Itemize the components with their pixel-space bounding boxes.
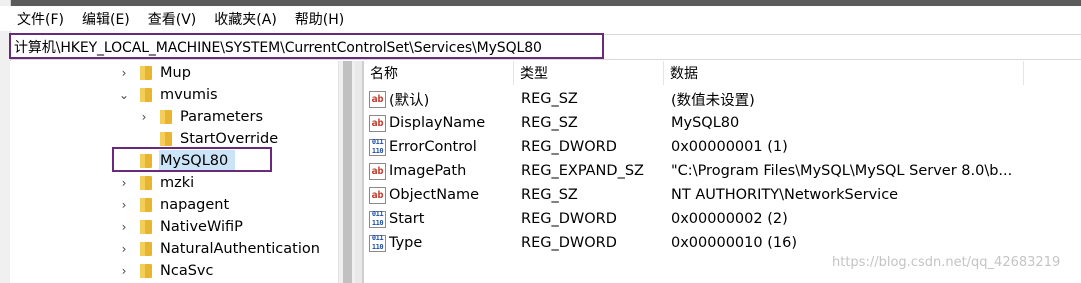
folder-icon <box>160 110 172 124</box>
menu-favorites[interactable]: 收藏夹(A) <box>203 9 284 29</box>
folder-icon <box>140 242 152 256</box>
tree-item-label: mvumis <box>160 87 218 103</box>
value-name: (默认) <box>389 92 430 109</box>
tree-item-label: Mup <box>160 65 191 81</box>
value-row[interactable]: ab (默认) REG_SZ (数值未设置) <box>364 87 1081 111</box>
folder-icon <box>140 264 152 278</box>
tree-item-label: MySQL80 <box>160 153 229 169</box>
menu-help[interactable]: 帮助(H) <box>284 9 351 29</box>
tree-scrollbar-thumb[interactable] <box>343 61 352 283</box>
watermark: https://blog.csdn.net/qq_42683219 <box>832 255 1061 270</box>
chevron-right-icon[interactable]: › <box>138 111 150 123</box>
chevron-down-icon[interactable]: ⌄ <box>118 89 130 101</box>
values-list[interactable]: 名称 类型 数据 ab (默认) REG_SZ (数值未设置) ab DisplayNam… <box>364 61 1081 283</box>
value-data: 0x00000001 (1) <box>671 139 788 155</box>
tree-item[interactable]: StartOverride <box>138 128 278 150</box>
value-name-cell: 011 110 Start <box>369 207 424 231</box>
menu-view[interactable]: 查看(V) <box>137 9 204 29</box>
string-value-icon: ab <box>369 114 386 132</box>
tree-item-label: NaturalAuthentication <box>160 241 320 257</box>
binary-value-icon: 011 110 <box>369 138 386 156</box>
value-name: DisplayName <box>389 115 486 131</box>
value-type: REG_SZ <box>521 187 578 203</box>
binary-value-icon: 011 110 <box>369 234 386 252</box>
tree-item[interactable]: MySQL80 <box>118 150 228 172</box>
value-name: ObjectName <box>389 187 480 203</box>
menu-file[interactable]: 文件(F) <box>0 9 71 29</box>
value-row[interactable]: ab ImagePath REG_EXPAND_SZ "C:\Program File… <box>364 159 1081 183</box>
string-value-icon: ab <box>369 186 386 204</box>
value-row[interactable]: 011 110 Start REG_DWORD 0x00000002 (2) <box>364 207 1081 231</box>
binary-value-icon: 011 110 <box>369 210 386 228</box>
address-path[interactable]: 计算机\HKEY_LOCAL_MACHINE\SYSTEM\CurrentCon… <box>14 37 542 57</box>
value-type: REG_DWORD <box>521 235 617 251</box>
value-type: REG_EXPAND_SZ <box>521 163 644 179</box>
no-chevron <box>138 133 150 145</box>
string-value-icon: ab <box>369 162 386 180</box>
value-name: Type <box>389 235 423 251</box>
menu-bar: 文件(F) 编辑(E) 查看(V) 收藏夹(A) 帮助(H) <box>0 6 1081 31</box>
column-header-type[interactable]: 类型 <box>514 61 664 85</box>
tree-item-label: NativeWifiP <box>160 219 243 235</box>
tree-item[interactable]: › mzki <box>118 172 195 194</box>
tree-item-label: StartOverride <box>180 131 279 147</box>
tree-item[interactable]: › NcaSvc <box>118 260 214 282</box>
value-type: REG_DWORD <box>521 139 617 155</box>
chevron-right-icon[interactable]: › <box>118 243 130 255</box>
value-name-cell: ab ObjectName <box>369 183 479 207</box>
value-name-cell: ab (默认) <box>369 87 429 111</box>
string-value-icon: ab <box>369 90 386 108</box>
tree-item-label: napagent <box>160 197 230 213</box>
tree-item[interactable]: › napagent <box>118 194 230 216</box>
menu-edit[interactable]: 编辑(E) <box>71 9 137 29</box>
value-data: 0x00000010 (16) <box>671 235 797 251</box>
folder-icon <box>140 176 152 190</box>
tree-item[interactable]: › Parameters <box>138 106 263 128</box>
value-row[interactable]: ab DisplayName REG_SZ MySQL80 <box>364 111 1081 135</box>
folder-icon <box>140 154 152 168</box>
value-data: "C:\Program Files\MySQL\MySQL Server 8.0… <box>671 163 1013 179</box>
value-name: Start <box>389 211 425 227</box>
folder-icon <box>140 66 152 80</box>
folder-icon <box>140 220 152 234</box>
folder-icon <box>160 132 172 146</box>
tree-item-label: NcaSvc <box>160 263 214 279</box>
value-name-cell: 011 110 Type <box>369 231 422 255</box>
value-data: 0x00000002 (2) <box>671 211 788 227</box>
tree-item[interactable]: › Mup <box>118 62 191 84</box>
value-name-cell: 011 110 ErrorControl <box>369 135 477 159</box>
chevron-right-icon[interactable]: › <box>118 199 130 211</box>
value-name: ImagePath <box>389 163 467 179</box>
column-header-data[interactable]: 数据 <box>664 61 1024 85</box>
chevron-right-icon[interactable]: › <box>118 221 130 233</box>
value-type: REG_SZ <box>521 91 578 107</box>
value-row[interactable]: 011 110 Type REG_DWORD 0x00000010 (16) <box>364 231 1081 255</box>
chevron-right-icon[interactable]: › <box>118 265 130 277</box>
value-name-cell: ab ImagePath <box>369 159 466 183</box>
value-name: ErrorControl <box>389 139 477 155</box>
folder-icon <box>140 198 152 212</box>
tree-item[interactable]: › NaturalAuthentication <box>118 238 320 260</box>
tree-item-label: Parameters <box>180 109 263 125</box>
value-name-cell: ab DisplayName <box>369 111 485 135</box>
tree-item[interactable]: › NativeWifiP <box>118 216 243 238</box>
value-type: REG_DWORD <box>521 211 617 227</box>
column-header-name[interactable]: 名称 <box>364 61 514 85</box>
value-type: REG_SZ <box>521 115 578 131</box>
chevron-right-icon[interactable]: › <box>118 67 130 79</box>
value-row[interactable]: ab ObjectName REG_SZ NT AUTHORITY\NetworkSe… <box>364 183 1081 207</box>
no-chevron <box>118 155 130 167</box>
value-row[interactable]: 011 110 ErrorControl REG_DWORD 0x00000001 (1… <box>364 135 1081 159</box>
value-data: (数值未设置) <box>671 92 755 109</box>
value-data: MySQL80 <box>671 115 740 131</box>
value-data: NT AUTHORITY\NetworkService <box>671 187 899 203</box>
folder-icon <box>140 88 152 102</box>
chevron-right-icon[interactable]: › <box>118 177 130 189</box>
tree-scrollbar[interactable] <box>338 61 356 283</box>
tree-item[interactable]: ⌄ mvumis <box>118 84 218 106</box>
tree-item-label: mzki <box>160 175 195 191</box>
